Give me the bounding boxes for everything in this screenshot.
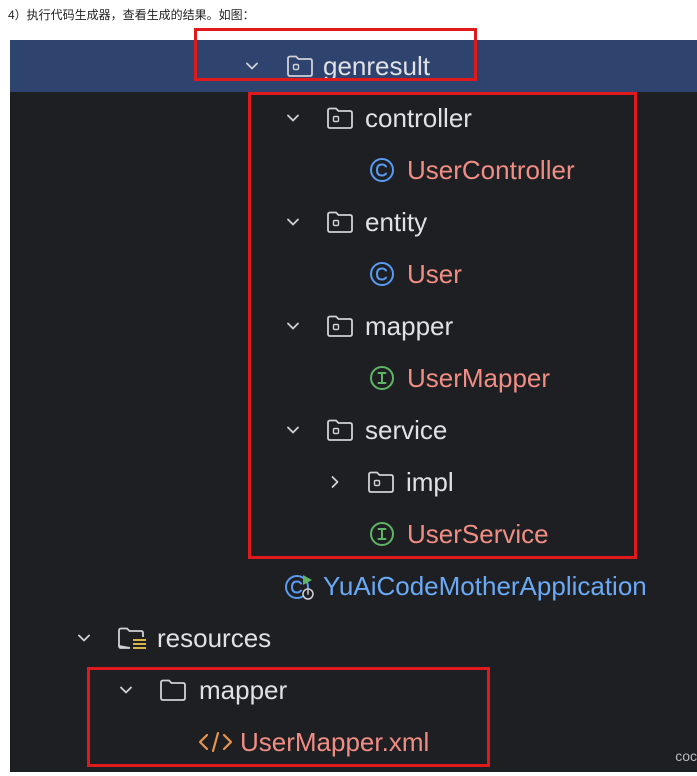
folder-icon (325, 417, 355, 443)
tree-label-controller: controller (365, 103, 472, 133)
tree-row-user-service[interactable]: UserService (10, 508, 697, 560)
tree-row-impl[interactable]: impl (10, 456, 697, 508)
tree-label-impl: impl (406, 467, 454, 497)
tree-row-user[interactable]: User (10, 248, 697, 300)
tree-row-user-mapper[interactable]: UserMapper (10, 352, 697, 404)
chevron-down-icon[interactable] (286, 319, 300, 333)
class-icon (367, 157, 397, 183)
tree-label-mapper: mapper (365, 311, 454, 341)
chevron-down-icon[interactable] (286, 111, 300, 125)
tree-row-resources[interactable]: resources (10, 612, 697, 664)
chevron-down-icon[interactable] (286, 215, 300, 229)
watermark-text: coc (675, 748, 697, 764)
interface-icon (367, 521, 397, 547)
tree-label-resources: resources (157, 623, 272, 653)
folder-icon (366, 469, 396, 495)
tree-row-mapper[interactable]: mapper (10, 300, 697, 352)
tree-row-user-mapper-xml[interactable]: UserMapper.xml (10, 716, 697, 768)
class-icon (367, 261, 397, 287)
folder-icon (285, 53, 315, 79)
chevron-down-icon[interactable] (286, 423, 300, 437)
chevron-down-icon[interactable] (119, 683, 133, 697)
interface-icon (367, 365, 397, 391)
tree-label-genresult: genresult (323, 51, 430, 81)
tree-row-user-controller[interactable]: UserController (10, 144, 697, 196)
tree-label-user: User (407, 259, 462, 289)
resources-folder-icon (116, 625, 148, 653)
tree-label-user-mapper-xml: UserMapper.xml (240, 727, 430, 757)
tree-row-genresult[interactable]: genresult (10, 40, 697, 92)
tree-label-user-service: UserService (407, 519, 549, 549)
tree-label-resources-mapper: mapper (199, 675, 288, 705)
folder-icon (325, 209, 355, 235)
chevron-down-icon[interactable] (77, 631, 91, 645)
tree-label-user-controller: UserController (407, 155, 575, 185)
folder-icon (158, 677, 188, 703)
project-tree: genresult controller UserController enti… (10, 40, 697, 772)
xml-file-icon (198, 729, 234, 755)
tree-row-entity[interactable]: entity (10, 196, 697, 248)
tree-row-controller[interactable]: controller (10, 92, 697, 144)
folder-icon (325, 313, 355, 339)
tree-row-resources-mapper[interactable]: mapper (10, 664, 697, 716)
tree-label-application: YuAiCodeMotherApplication (323, 571, 647, 601)
folder-icon (325, 105, 355, 131)
tree-row-service[interactable]: service (10, 404, 697, 456)
caption-text: 4）执行代码生成器，查看生成的结果。如图： (8, 8, 255, 22)
chevron-right-icon[interactable] (328, 475, 342, 489)
spring-run-icon (283, 573, 317, 601)
chevron-down-icon[interactable] (245, 59, 259, 73)
tree-label-user-mapper: UserMapper (407, 363, 551, 393)
tree-label-service: service (365, 415, 448, 445)
tree-row-application[interactable]: YuAiCodeMotherApplication (10, 560, 697, 612)
tree-label-entity: entity (365, 207, 428, 237)
